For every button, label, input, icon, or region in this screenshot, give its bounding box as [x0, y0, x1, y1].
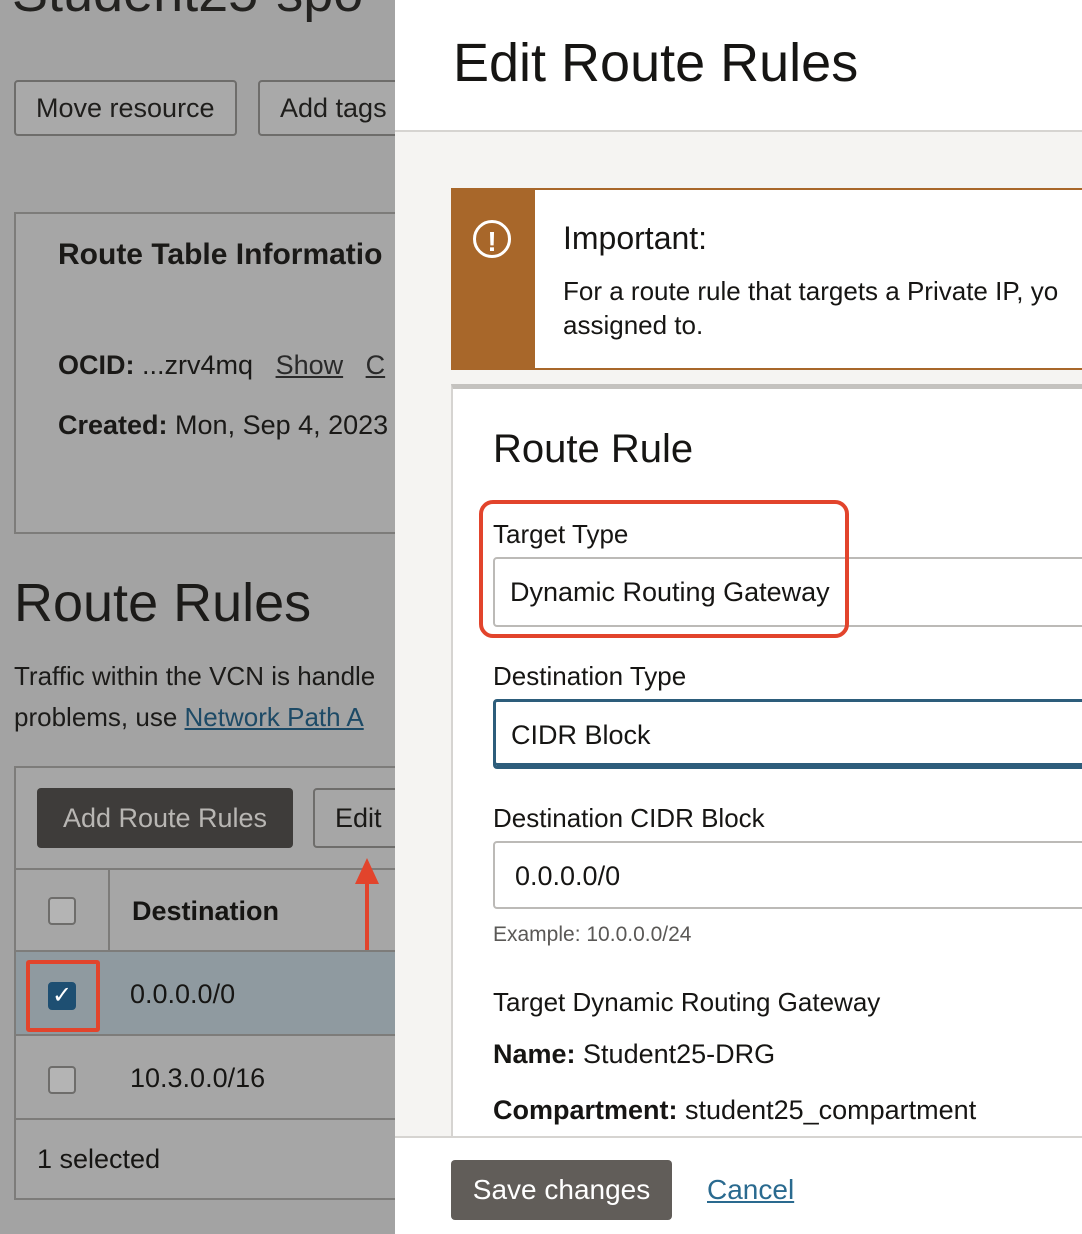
column-destination: Destination: [132, 896, 280, 926]
destination-cidr-hint: Example: 10.0.0.0/24: [493, 923, 692, 946]
drg-name-label: Name:: [493, 1039, 576, 1069]
notice-title: Important:: [563, 220, 708, 256]
route-rules-desc-line2: problems, use Network Path A: [14, 697, 375, 738]
add-route-rules-button[interactable]: Add Route Rules: [37, 788, 293, 848]
select-all-checkbox[interactable]: [48, 897, 76, 925]
table-row[interactable]: 10.3.0.0/16: [16, 1036, 395, 1120]
move-resource-button[interactable]: Move resource: [14, 80, 237, 136]
drawer-title: Edit Route Rules: [453, 33, 859, 93]
ocid-copy-link[interactable]: C: [366, 350, 386, 380]
drawer-footer: Save changes Cancel: [395, 1136, 1082, 1234]
table-header: Destination: [16, 868, 395, 952]
target-type-highlight-box: [479, 500, 849, 638]
destination-type-label: Destination Type: [493, 661, 687, 691]
route-rule-card: Route Rule Target Type Dynamic Routing G…: [451, 384, 1082, 1136]
drawer-header: Edit Route Rules: [395, 0, 1082, 132]
notice-text: For a route rule that targets a Private …: [563, 274, 1058, 342]
created-label: Created:: [58, 410, 168, 440]
cancel-link[interactable]: Cancel: [707, 1174, 794, 1206]
notice-bar: !: [453, 190, 535, 368]
page-title: Student25-spo: [12, 0, 363, 24]
header-divider: [108, 870, 110, 952]
row-checkbox[interactable]: [48, 1066, 76, 1094]
ocid-value: ...zrv4mq: [142, 350, 254, 380]
ocid-row: OCID: ...zrv4mq Show C: [58, 350, 385, 381]
destination-cidr-value: 0.0.0.0/0: [515, 861, 621, 891]
network-path-link[interactable]: Network Path A: [185, 702, 364, 732]
route-rule-title: Route Rule: [493, 427, 694, 471]
drg-name-value: Student25-DRG: [583, 1039, 776, 1069]
target-drg-label: Target Dynamic Routing Gateway: [493, 987, 881, 1017]
info-card-heading: Route Table Informatio: [58, 238, 383, 271]
destination-type-select[interactable]: CIDR Block: [493, 699, 1082, 769]
exclamation-icon: !: [473, 220, 511, 258]
row-destination: 10.3.0.0/16: [130, 1063, 266, 1093]
edit-button[interactable]: Edit: [313, 788, 395, 848]
row-destination: 0.0.0.0/0: [130, 979, 236, 1009]
route-rules-title: Route Rules: [14, 573, 312, 633]
route-table-info-card: Route Table Informatio OCID: ...zrv4mq S…: [14, 212, 395, 534]
arrow-shaft: [365, 880, 369, 950]
ocid-label: OCID:: [58, 350, 135, 380]
route-rules-desc-line1: Traffic within the VCN is handle: [14, 661, 376, 691]
drg-name-row: Name: Student25-DRG: [493, 1039, 775, 1070]
important-notice: ! Important: For a route rule that targe…: [451, 188, 1082, 370]
ocid-show-link[interactable]: Show: [276, 350, 344, 380]
desc-line2-prefix: problems, use: [14, 702, 185, 732]
drg-compartment-value: student25_compartment: [685, 1095, 977, 1125]
drg-compartment-row: Compartment: student25_compartment: [493, 1095, 976, 1126]
destination-cidr-label: Destination CIDR Block: [493, 803, 765, 833]
save-changes-button[interactable]: Save changes: [451, 1160, 672, 1220]
notice-line2: assigned to.: [563, 310, 704, 340]
created-row: Created: Mon, Sep 4, 2023: [58, 410, 388, 441]
drg-compartment-label: Compartment:: [493, 1095, 678, 1125]
background-page: Student25-spo Move resource Add tags Rou…: [0, 0, 395, 1234]
add-tags-button[interactable]: Add tags: [258, 80, 395, 136]
route-rules-description: Traffic within the VCN is handle problem…: [14, 656, 375, 738]
destination-type-value: CIDR Block: [511, 720, 651, 750]
destination-cidr-input[interactable]: 0.0.0.0/0: [493, 841, 1082, 909]
selected-count: 1 selected: [37, 1144, 161, 1174]
notice-line1: For a route rule that targets a Private …: [563, 276, 1059, 306]
created-value: Mon, Sep 4, 2023: [175, 410, 389, 440]
checkbox-highlight-box: [26, 960, 100, 1032]
edit-route-rules-drawer: Edit Route Rules ! Important: For a rout…: [395, 0, 1082, 1234]
